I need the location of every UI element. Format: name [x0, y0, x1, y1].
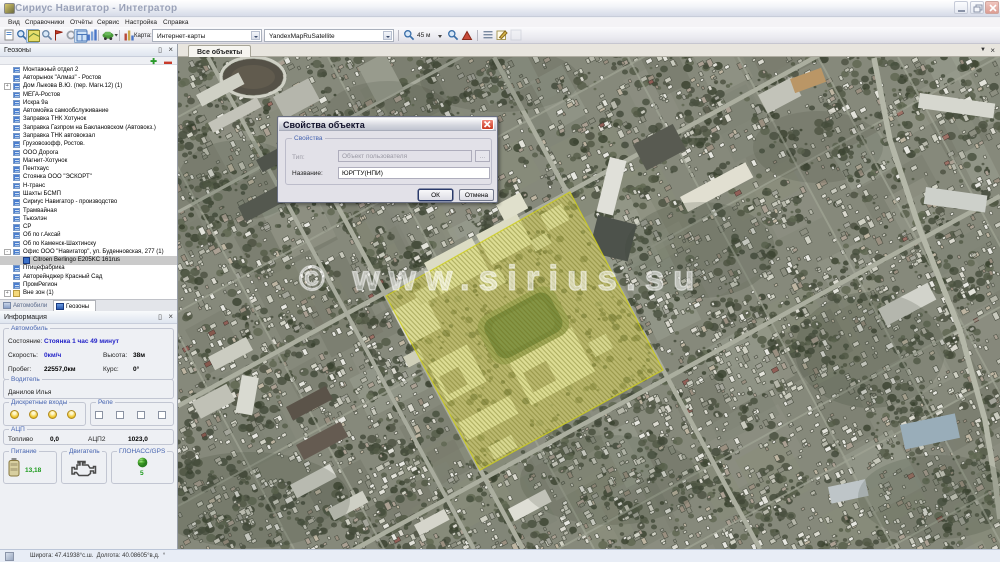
svg-text:© www.sirius.su: © www.sirius.su: [299, 259, 704, 298]
